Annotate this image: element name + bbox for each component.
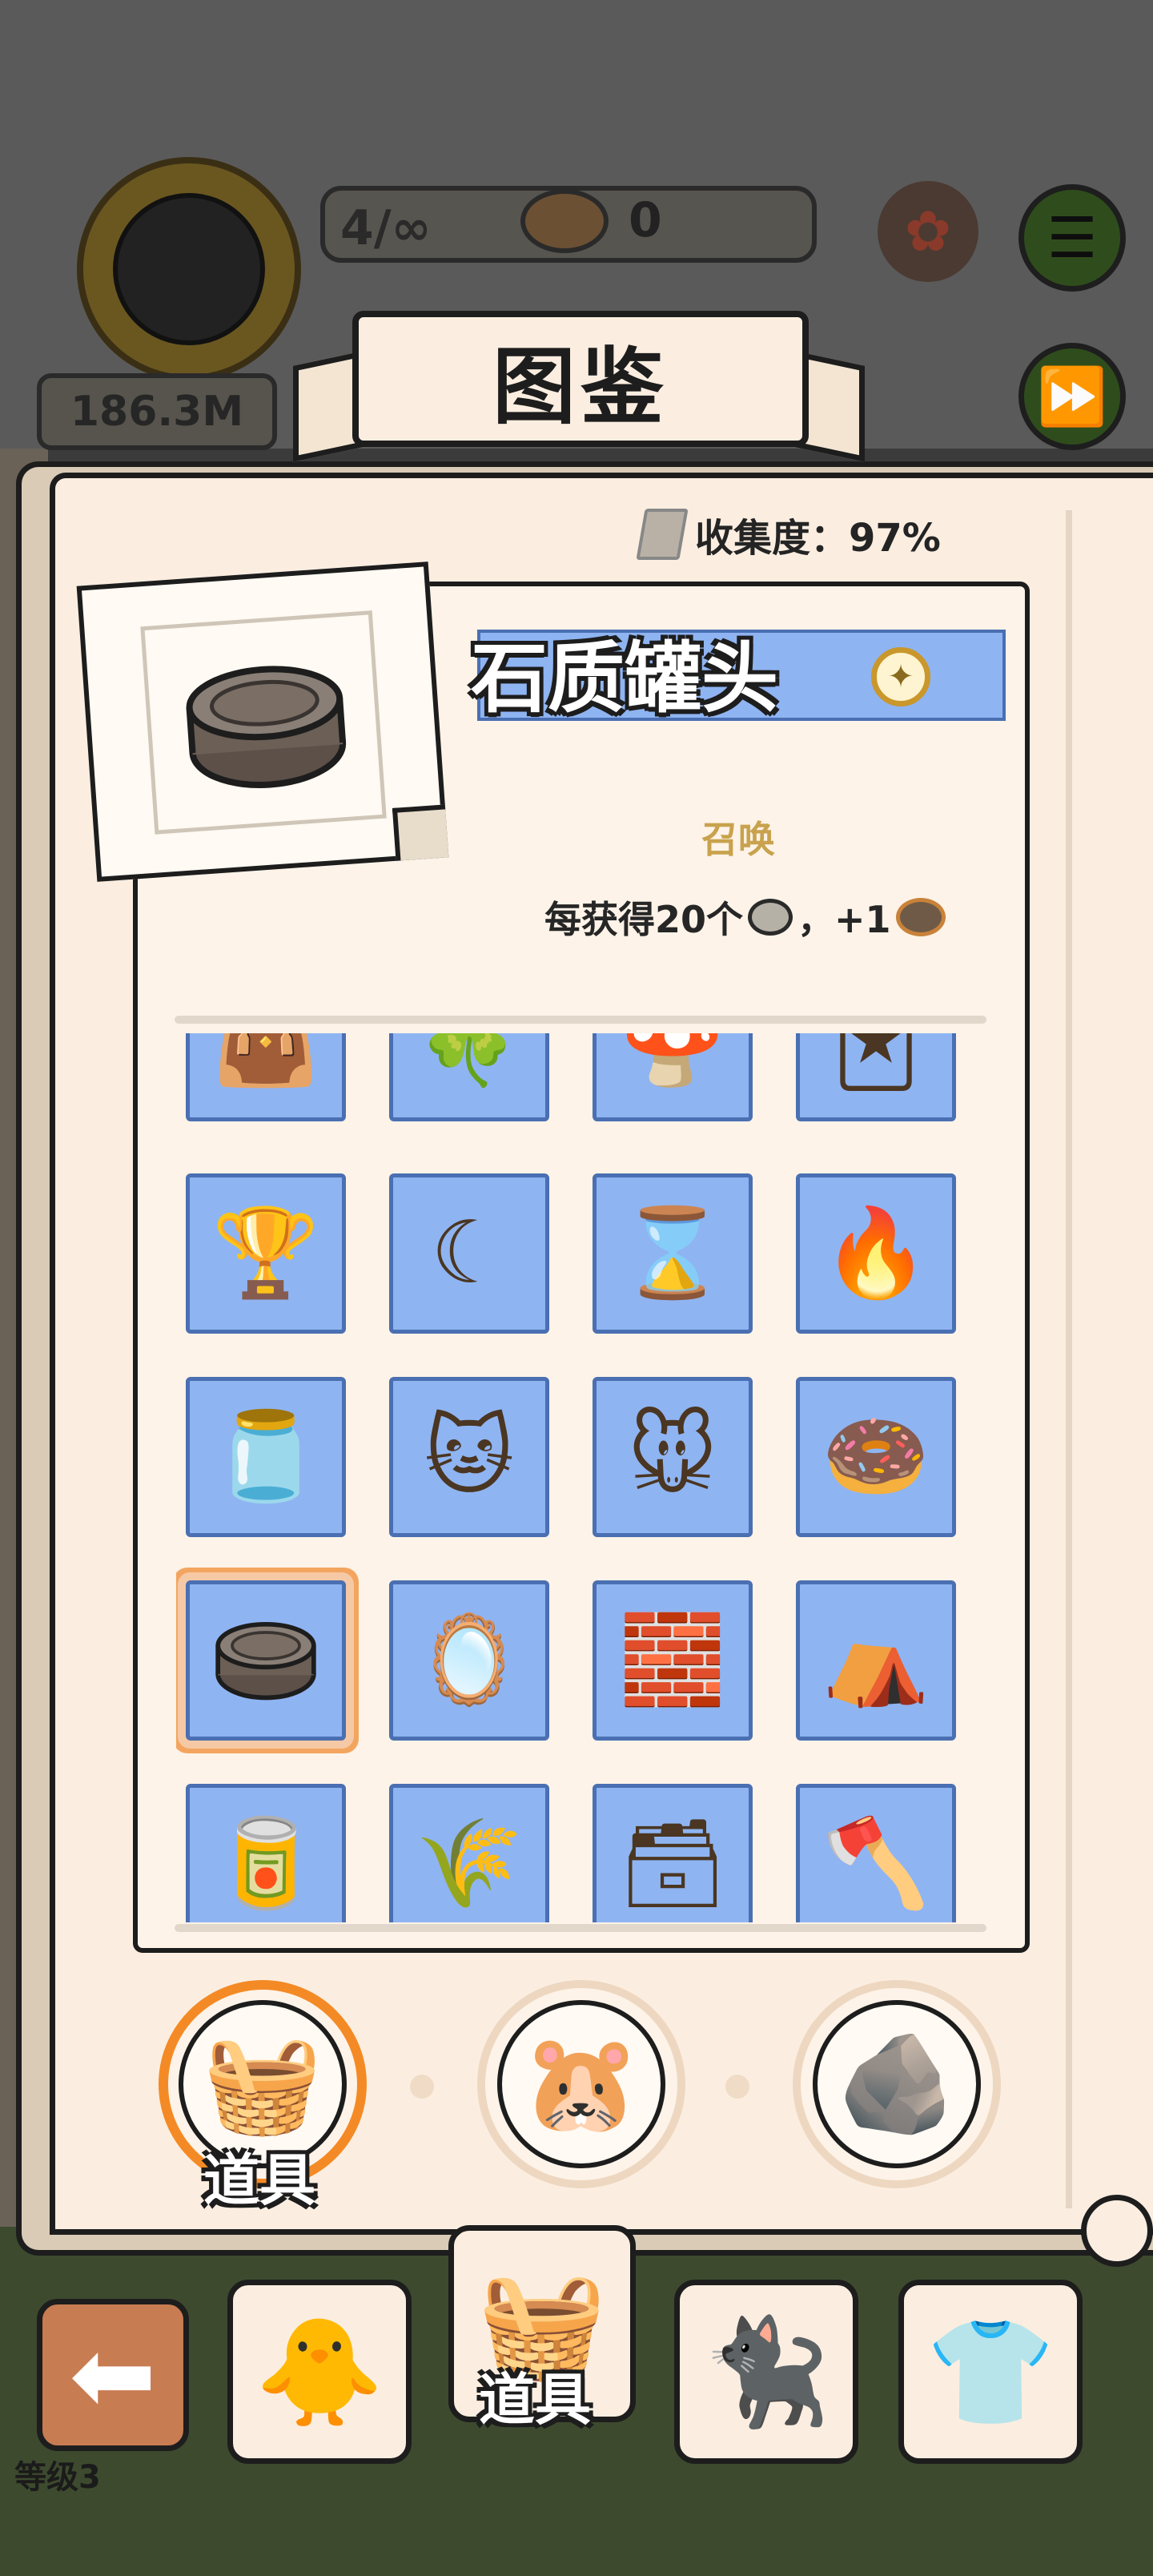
item-name-bar: 石质罐头 ✦ — [471, 630, 1006, 723]
item-source: 召唤 — [701, 818, 775, 861]
title-banner: 图鉴 — [352, 311, 809, 447]
grid-item-grain-sack[interactable]: 🌾 — [389, 1784, 549, 1922]
scythe-icon: ☾ — [430, 1203, 508, 1303]
thatched-shelter-icon: ⛺ — [822, 1610, 930, 1710]
nav-chick[interactable]: 🐥 — [227, 2280, 412, 2464]
chick-icon: 🐥 — [255, 2311, 384, 2433]
grid-item-axe[interactable]: 🪓 — [796, 1784, 956, 1922]
hourglass-icon: ⌛ — [618, 1203, 727, 1303]
tab-separator-dot — [725, 2075, 749, 2099]
clover-card-icon: 🍀 — [415, 1033, 524, 1091]
category-tab-cats[interactable]: 🐹 — [477, 1980, 685, 2188]
category-tab-label: 道具 — [203, 2147, 315, 2213]
mushroom-can-icon: 🍄 — [618, 1033, 727, 1091]
page-curl — [1081, 2195, 1153, 2267]
panel-divider-bottom — [175, 1924, 986, 1932]
grid-item-cat-bag[interactable]: 🐱 — [389, 1377, 549, 1537]
leaf-can-icon: 🥫 — [211, 1813, 320, 1914]
grid-item-mushroom-can[interactable]: 🍄 — [593, 1033, 753, 1121]
tote-bag-icon: 👜 — [211, 1033, 320, 1091]
level-label: 等级3 — [14, 2459, 101, 2496]
grid-item-wooden-press[interactable]: 🗃 — [593, 1784, 753, 1922]
grid-item-clover-card[interactable]: 🍀 — [389, 1033, 549, 1121]
can-icon — [895, 898, 946, 936]
item-effect: 每获得20个 ，+1 — [544, 891, 946, 944]
item-grid[interactable]: 👜 🍀 🍄 🃏 🏆 ☾ ⌛ 🔥 🫙 🐱 🐭 🍩 🪞 🧱 ⛺ 🥫 🌾 🗃 🪓 — [176, 1033, 985, 1922]
wooden-press-icon: 🗃 — [617, 1813, 728, 1914]
back-button[interactable]: ⬅ — [37, 2299, 189, 2451]
item-name: 石质罐头 — [471, 634, 778, 723]
hamster-icon: 🐹 — [521, 2028, 641, 2139]
panel-divider-top — [175, 1016, 986, 1024]
grid-item-flame-card[interactable]: 🃏 — [796, 1033, 956, 1121]
item-preview-card — [76, 561, 449, 882]
grid-item-stone-block[interactable]: 🧱 — [593, 1580, 753, 1741]
back-arrow-icon: ⬅ — [69, 2314, 157, 2436]
stones-icon: 🪨 — [837, 2028, 957, 2139]
grid-item-hourglass[interactable]: ⌛ — [593, 1173, 753, 1334]
grid-item-scythe[interactable]: ☾ — [389, 1173, 549, 1334]
can-counter: 0 — [629, 192, 662, 248]
wind-up-mouse-icon: 🐭 — [627, 1407, 718, 1507]
grid-item-stone-can[interactable] — [186, 1580, 346, 1741]
stone-block-icon: 🧱 — [618, 1610, 727, 1710]
collection-progress: 收集度：97% — [636, 506, 941, 562]
donut-icon: 🍩 — [822, 1407, 930, 1507]
grid-item-leaf-can[interactable]: 🥫 — [186, 1784, 346, 1922]
list-icon: ☰ — [1047, 205, 1098, 271]
level-counter: 4/∞ — [340, 200, 432, 256]
grain-sack-icon: 🌾 — [415, 1813, 524, 1914]
collection-label: 收集度：97% — [695, 516, 941, 561]
fast-forward-button[interactable]: ⏩ — [1018, 343, 1126, 450]
nav-items-label: 道具 — [479, 2367, 591, 2433]
fast-forward-icon: ⏩ — [1037, 364, 1107, 429]
ink-jar-icon: 🫙 — [211, 1407, 320, 1507]
menu-button[interactable]: ☰ — [1018, 184, 1126, 292]
black-cat-icon: 🐈‍⬛ — [701, 2311, 831, 2433]
grid-item-donut[interactable]: 🍩 — [796, 1377, 956, 1537]
flower-badge-icon: ✿ — [878, 181, 978, 282]
summon-badge-icon: ✦ — [871, 647, 930, 706]
axe-icon: 🪓 — [822, 1813, 930, 1914]
grid-item-tote-bag[interactable]: 👜 — [186, 1033, 346, 1121]
grid-item-ink-jar[interactable]: 🫙 — [186, 1377, 346, 1537]
category-tab-stones[interactable]: 🪨 — [793, 1980, 1001, 2188]
grid-item-fire-plant[interactable]: 🔥 — [796, 1173, 956, 1334]
effect-suffix: ，+1 — [797, 898, 891, 941]
nav-shop[interactable]: 👕 — [898, 2280, 1083, 2464]
picnic-basket-icon: 🧺 — [203, 2028, 323, 2139]
page-title: 图鉴 — [492, 337, 669, 436]
tab-separator-dot — [410, 2075, 434, 2099]
mirror-icon: 🪞 — [415, 1610, 524, 1710]
grid-item-mirror[interactable]: 🪞 — [389, 1580, 549, 1741]
cat-bag-icon: 🐱 — [424, 1407, 515, 1507]
stone-can-icon — [186, 666, 347, 788]
nav-cat[interactable]: 🐈‍⬛ — [674, 2280, 858, 2464]
player-avatar — [77, 157, 301, 381]
trophy-icon: 🏆 — [211, 1203, 320, 1303]
stone-coin-icon — [748, 899, 793, 936]
shirt-hanger-icon: 👕 — [926, 2311, 1055, 2433]
effect-prefix: 每获得20个 — [544, 898, 744, 941]
grid-item-wind-up-mouse[interactable]: 🐭 — [593, 1377, 753, 1537]
stone-can-icon — [215, 1621, 316, 1701]
money-display: 186.3M — [37, 373, 277, 450]
grid-item-thatched-shelter[interactable]: ⛺ — [796, 1580, 956, 1741]
flame-card-icon: 🃏 — [831, 1033, 921, 1091]
can-icon — [520, 189, 609, 253]
fire-plant-icon: 🔥 — [822, 1203, 930, 1303]
book-icon — [636, 509, 689, 560]
grid-item-trophy[interactable]: 🏆 — [186, 1173, 346, 1334]
